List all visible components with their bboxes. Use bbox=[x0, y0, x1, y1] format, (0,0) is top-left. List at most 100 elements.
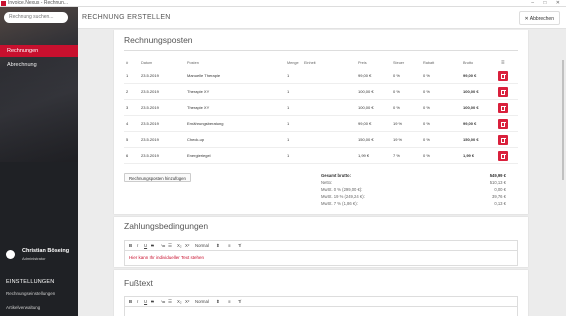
row-tax: 7 % bbox=[393, 153, 400, 158]
row-discount: 0 % bbox=[423, 73, 430, 78]
row-number: 2 bbox=[126, 89, 129, 94]
sidebar-item-rechnungseinstellungen[interactable]: Rechnungseinstellungen bbox=[6, 291, 55, 296]
row-quantity: 1 bbox=[287, 73, 290, 78]
superscript-button[interactable]: X² bbox=[185, 241, 189, 251]
align-button[interactable]: ≡ bbox=[228, 297, 231, 307]
payment-editor[interactable]: B I U S ≔ ☰ X₂ X² Normal ⬍ ≡ T̸ Hier kan… bbox=[124, 240, 518, 266]
italic-button[interactable]: I bbox=[137, 297, 138, 307]
footer-text-editor[interactable]: B I U S ≔ ☰ X₂ X² Normal ⬍ ≡ T̸ bbox=[124, 296, 518, 316]
chevron-down-icon[interactable]: ⬍ bbox=[216, 297, 220, 307]
format-select[interactable]: Normal bbox=[195, 297, 209, 307]
col-date: Datum bbox=[141, 61, 153, 65]
row-date: 23.5.2019 bbox=[141, 89, 159, 94]
row-quantity: 1 bbox=[287, 153, 290, 158]
table-menu-icon[interactable]: ≡ bbox=[501, 58, 505, 68]
clear-format-button[interactable]: T̸ bbox=[238, 241, 241, 251]
col-tax: Steuer bbox=[393, 61, 405, 65]
strike-button[interactable]: S bbox=[151, 297, 154, 307]
strike-button[interactable]: S bbox=[151, 241, 154, 251]
bullet-list-button[interactable]: ☰ bbox=[168, 297, 172, 307]
row-price: 100,00 € bbox=[358, 105, 374, 110]
footer-text-heading: Fußtext bbox=[124, 278, 153, 288]
divider bbox=[124, 50, 518, 51]
sidebar: Rechnungen Abrechnung Christian Böseing … bbox=[0, 7, 78, 316]
tax-19-value: 39,76 € bbox=[492, 194, 506, 199]
col-price: Preis bbox=[358, 61, 367, 65]
subscript-button[interactable]: X₂ bbox=[177, 297, 182, 307]
row-tax: 0 % bbox=[393, 105, 400, 110]
underline-button[interactable]: U bbox=[144, 297, 147, 307]
search-input[interactable] bbox=[4, 12, 68, 23]
main-content: Rechnungsposten # Datum Posten Menge Ein… bbox=[78, 30, 564, 316]
chevron-down-icon[interactable]: ⬍ bbox=[216, 241, 220, 251]
row-discount: 0 % bbox=[423, 89, 430, 94]
italic-button[interactable]: I bbox=[137, 241, 138, 251]
row-date: 23.5.2019 bbox=[141, 137, 159, 142]
settings-heading: EINSTELLUNGEN bbox=[6, 279, 55, 285]
scrollbar[interactable] bbox=[562, 60, 564, 180]
delete-icon[interactable] bbox=[498, 151, 508, 161]
align-button[interactable]: ≡ bbox=[228, 241, 231, 251]
positions-heading: Rechnungsposten bbox=[124, 35, 193, 45]
ordered-list-button[interactable]: ≔ bbox=[161, 297, 165, 307]
cancel-button[interactable]: ✕ Abbrechen bbox=[518, 11, 560, 25]
table-row[interactable]: 4 23.5.2019 Ernährungsberatung 1 99,00 € 19 %… bbox=[124, 116, 518, 132]
delete-icon[interactable] bbox=[498, 71, 508, 81]
app-icon bbox=[1, 1, 6, 6]
row-discount: 0 % bbox=[423, 105, 430, 110]
bold-button[interactable]: B bbox=[129, 297, 132, 307]
subscript-button[interactable]: X₂ bbox=[177, 241, 182, 251]
sidebar-item-artikelverwaltung[interactable]: Artikelverwaltung bbox=[6, 305, 40, 310]
header-bar: RECHNUNG ERSTELLEN ✕ Abbrechen bbox=[78, 7, 566, 29]
sidebar-item-abrechnung[interactable]: Abrechnung bbox=[0, 59, 78, 71]
col-gross: Brutto bbox=[463, 61, 474, 65]
row-price: 99,00 € bbox=[358, 73, 372, 78]
col-quantity: Menge bbox=[287, 61, 299, 65]
window-title: Invoice.Nexus - Rechnun... bbox=[8, 0, 69, 6]
avatar bbox=[6, 250, 15, 259]
format-select[interactable]: Normal bbox=[195, 241, 209, 251]
underline-button[interactable]: U bbox=[144, 241, 147, 251]
delete-icon[interactable] bbox=[498, 135, 508, 145]
add-position-button[interactable]: Rechnungsposten hinzufügen bbox=[124, 173, 191, 182]
row-quantity: 1 bbox=[287, 89, 290, 94]
bold-button[interactable]: B bbox=[129, 241, 132, 251]
table-row[interactable]: 3 23.5.2019 Therapie XY 1 100,00 € 0 % 0 % 100,… bbox=[124, 100, 518, 116]
table-row[interactable]: 6 23.5.2019 Energieriegel 1 1,99 € 7 % 0 % 1,99… bbox=[124, 148, 518, 164]
delete-icon[interactable] bbox=[498, 119, 508, 129]
delete-icon[interactable] bbox=[498, 87, 508, 97]
tax-0-value: 0,00 € bbox=[494, 187, 506, 192]
table-row[interactable]: 1 23.5.2019 Manuelle Therapie 1 99,00 € 0 % 0 … bbox=[124, 68, 518, 84]
row-gross: 100,00 € bbox=[463, 105, 479, 110]
row-tax: 19 % bbox=[393, 137, 403, 142]
window-controls[interactable]: – □ ✕ bbox=[531, 0, 564, 7]
sidebar-item-rechnungen[interactable]: Rechnungen bbox=[0, 45, 78, 57]
clear-format-button[interactable]: T̸ bbox=[238, 297, 241, 307]
superscript-button[interactable]: X² bbox=[185, 297, 189, 307]
payment-editor-text[interactable]: Hier kann Ihr individueller Text stehen bbox=[125, 251, 517, 265]
row-number: 4 bbox=[126, 121, 129, 126]
tax-0-row: MwSt. 0 % (299,00 €): 0,00 € bbox=[321, 186, 506, 193]
row-item: Check-up bbox=[187, 137, 205, 142]
table-row[interactable]: 2 23.5.2019 Therapie XY 1 100,00 € 0 % 0 % 100,… bbox=[124, 84, 518, 100]
row-date: 23.5.2019 bbox=[141, 73, 159, 78]
ordered-list-button[interactable]: ≔ bbox=[161, 241, 165, 251]
row-gross: 99,00 € bbox=[463, 73, 477, 78]
row-item: Energieriegel bbox=[187, 153, 211, 158]
row-quantity: 1 bbox=[287, 121, 290, 126]
window-titlebar: Invoice.Nexus - Rechnun... – □ ✕ bbox=[0, 0, 566, 7]
bullet-list-button[interactable]: ☰ bbox=[168, 241, 172, 251]
user-role: Administrator bbox=[22, 256, 46, 261]
row-price: 100,00 € bbox=[358, 89, 374, 94]
row-item: Ernährungsberatung bbox=[187, 121, 224, 126]
delete-icon[interactable] bbox=[498, 103, 508, 113]
table-row[interactable]: 5 23.5.2019 Check-up 1 150,00 € 19 % 0 % 150,00… bbox=[124, 132, 518, 148]
tax-0-label: MwSt. 0 % (299,00 €): bbox=[321, 187, 363, 192]
row-date: 23.5.2019 bbox=[141, 121, 159, 126]
user-name: Christian Böseing bbox=[22, 248, 70, 254]
row-price: 99,00 € bbox=[358, 121, 372, 126]
row-tax: 0 % bbox=[393, 89, 400, 94]
user-profile[interactable]: Christian Böseing Administrator bbox=[4, 246, 78, 266]
tax-19-label: MwSt. 19 % (249,24 €): bbox=[321, 194, 365, 199]
net-value: 510,13 € bbox=[489, 180, 506, 185]
